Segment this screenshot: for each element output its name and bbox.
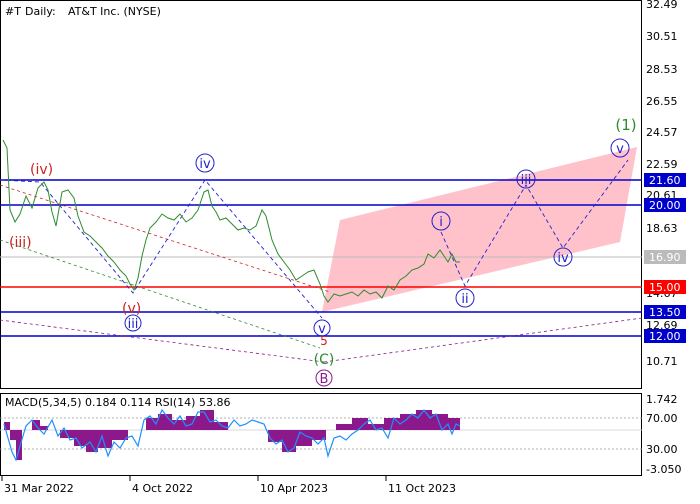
price-tick: 24.57 — [646, 126, 678, 139]
level-tag-label: 21.60 — [649, 174, 681, 187]
wave-label-v-projected: v — [616, 142, 624, 157]
chart-window: #T Daily: AT&T Inc. (NYSE) 32.49 30.51 2… — [0, 0, 700, 500]
wave-label-5: 5 — [320, 334, 328, 348]
wave-label-iv-circle: iv — [199, 157, 211, 172]
indicator-tick: 1.742 — [646, 393, 678, 406]
wave-label-iii-red: (iii) — [9, 235, 32, 251]
indicator-tick: 30.00 — [646, 443, 678, 456]
indicator-tick: -3.050 — [646, 463, 681, 476]
time-label: 10 Apr 2023 — [260, 482, 328, 495]
wave-label-c: (C) — [314, 352, 335, 368]
price-tick: 22.59 — [646, 158, 678, 171]
level-tag-label: 13.50 — [649, 306, 681, 319]
wave-label-iii-circle: iii — [128, 317, 139, 332]
level-tag-label: 12.00 — [649, 330, 681, 343]
price-tick: 28.53 — [646, 63, 678, 76]
wave-label-iv-red: (iv) — [30, 162, 53, 178]
wave-label-iii-projected: iii — [521, 173, 532, 188]
chart-symbol: #T — [5, 5, 21, 18]
chart-timeframe: Daily: — [25, 5, 56, 18]
wave-label-iv-projected: iv — [557, 251, 569, 266]
time-label: 4 Oct 2022 — [132, 482, 193, 495]
indicator-tick: 70.00 — [646, 412, 678, 425]
level-tag-label: 15.00 — [649, 281, 681, 294]
price-tick: 26.55 — [646, 95, 678, 108]
price-chart: #T Daily: AT&T Inc. (NYSE) 32.49 30.51 2… — [0, 0, 686, 495]
time-axis: 31 Mar 2022 4 Oct 2022 10 Apr 2023 11 Oc… — [1, 476, 456, 495]
time-label: 11 Oct 2023 — [388, 482, 456, 495]
wave-label-i: i — [439, 215, 443, 230]
chart-title: AT&T Inc. (NYSE) — [68, 5, 161, 18]
indicator-axis: 1.742 70.00 30.00 -3.050 — [646, 393, 681, 476]
level-tag-label: 16.90 — [649, 251, 681, 264]
wave-label-b: B — [320, 372, 329, 387]
wave-label-v-red: (v) — [122, 301, 141, 317]
wave-label-1: (1) — [615, 116, 636, 134]
wave-label-ii: ii — [461, 292, 468, 307]
level-tag-label: 20.00 — [649, 199, 681, 212]
price-tick: 32.49 — [646, 0, 678, 11]
time-label: 31 Mar 2022 — [4, 482, 74, 495]
price-tick: 18.63 — [646, 222, 678, 235]
price-tick: 30.51 — [646, 30, 678, 43]
price-tick: 10.71 — [646, 355, 678, 368]
indicator-legend: MACD(5,34,5) 0.184 0.114 RSI(14) 53.86 — [5, 396, 230, 409]
level-tags: 21.60 20.00 16.90 15.00 13.50 12.00 — [644, 173, 686, 343]
